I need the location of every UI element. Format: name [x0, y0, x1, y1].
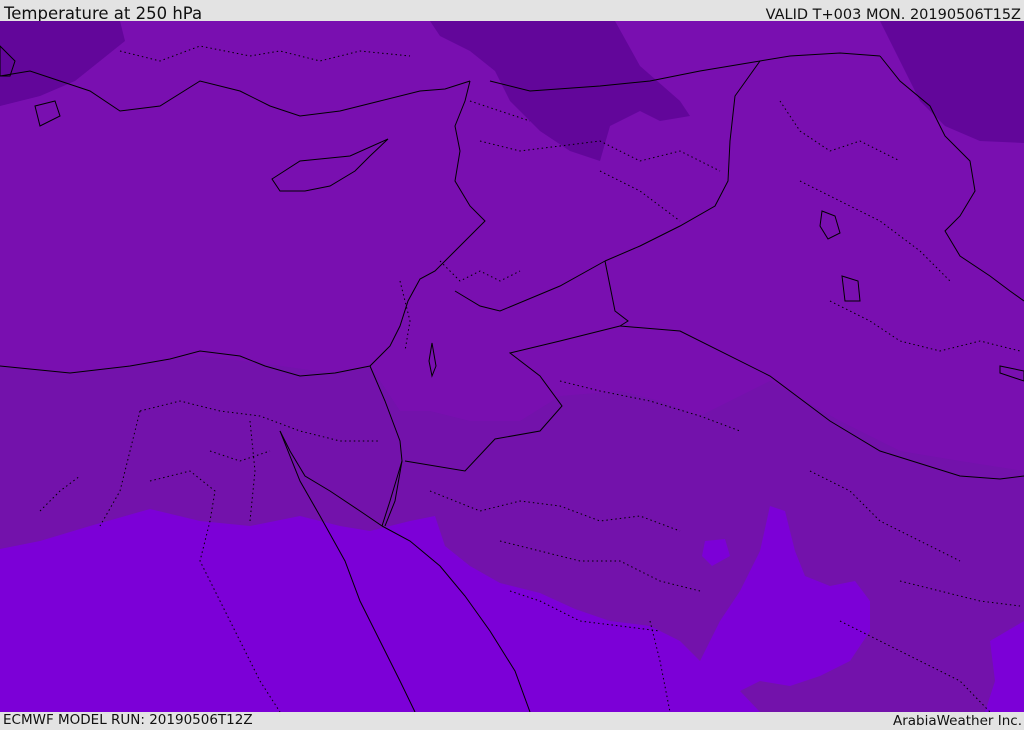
- footer-bar: ECMWF MODEL RUN: 20190506T12Z ArabiaWeat…: [0, 712, 1024, 729]
- temperature-map: [0, 21, 1024, 712]
- header-bar: Temperature at 250 hPa VALID T+003 MON. …: [0, 0, 1024, 23]
- model-run-label: ECMWF MODEL RUN: 20190506T12Z: [3, 712, 253, 728]
- credit-label: ArabiaWeather Inc.: [892, 713, 1022, 729]
